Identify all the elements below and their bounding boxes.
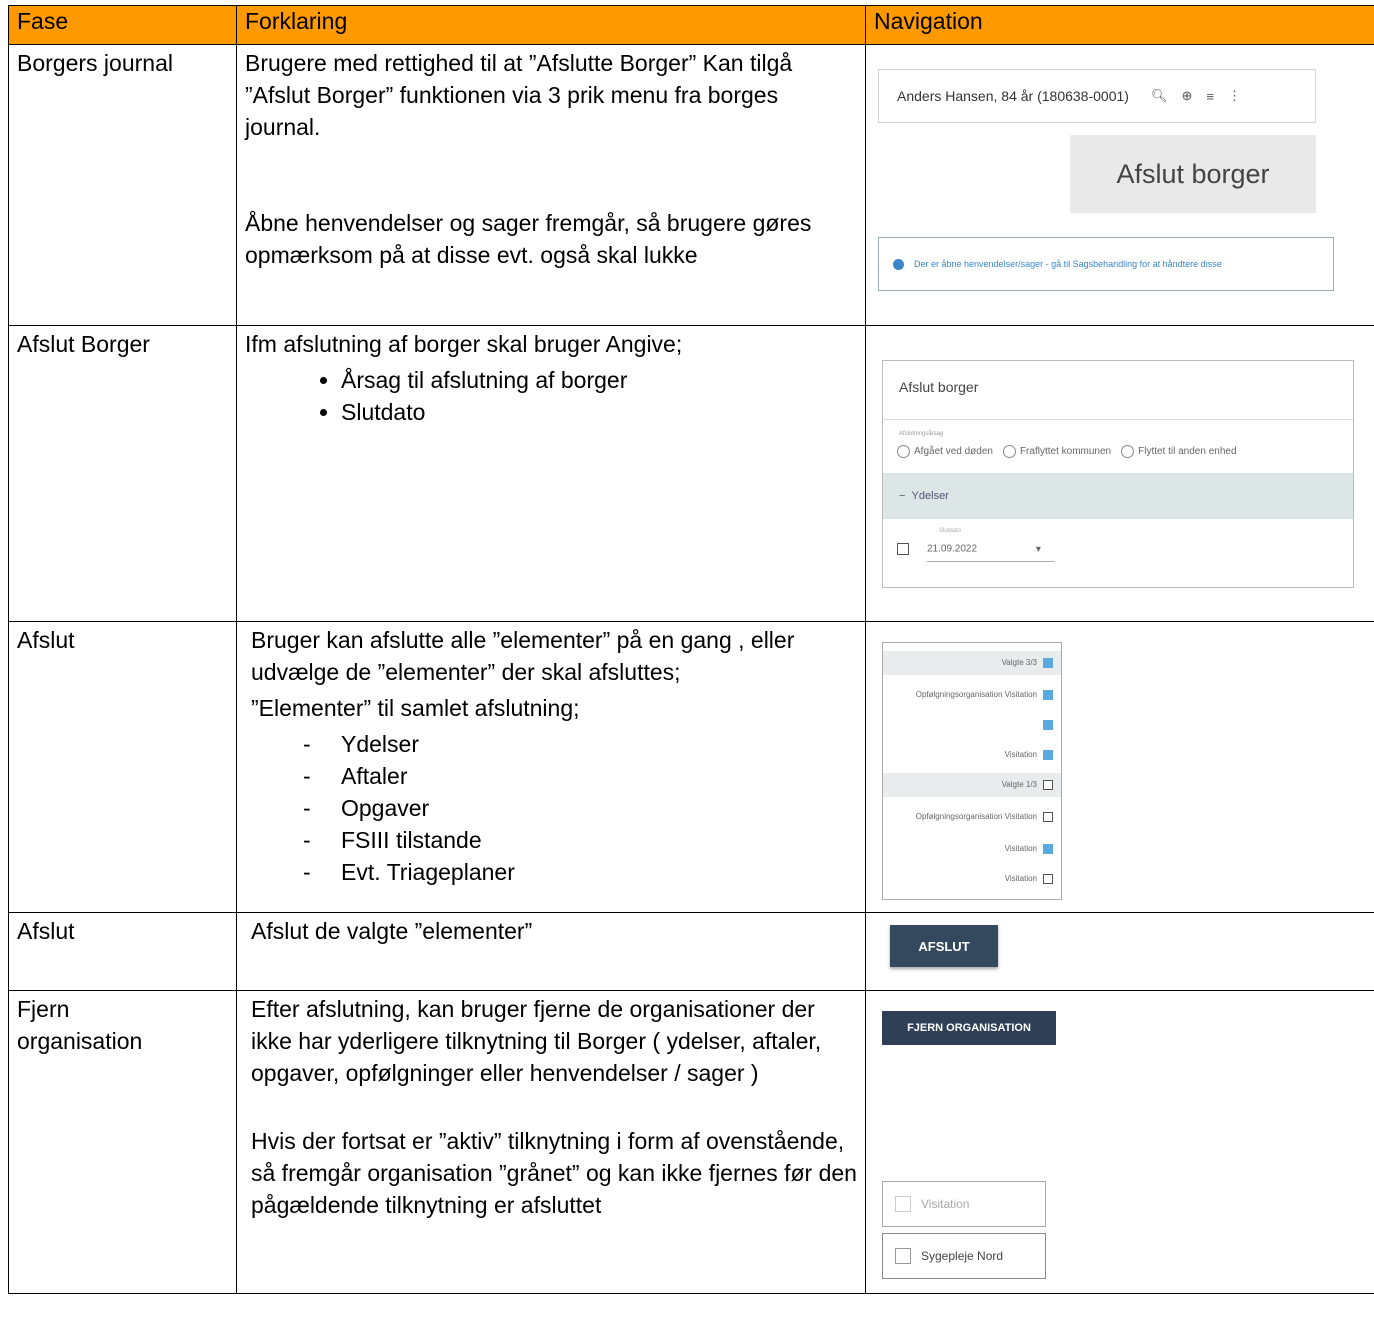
checkbox-checked-icon[interactable] [1043, 749, 1053, 760]
afslut-borger-menu-item[interactable]: Afslut borger [1070, 135, 1316, 213]
forklaring-text: Efter afslutning, kan bruger fjerne de o… [251, 996, 822, 1086]
radio-label: Afgået ved døden [914, 446, 993, 458]
process-table: Fase Forklaring Navigation Borgers journ… [8, 5, 1374, 1294]
checkbox-empty-icon [895, 1196, 911, 1212]
list-label: Visitation [1004, 750, 1037, 759]
info-icon [893, 258, 904, 270]
selection-list: Valgte 3/3 Opfølgningsorganisation Visit… [882, 642, 1062, 900]
dialog-title: Afslut borger [899, 379, 979, 395]
radio-icon [1002, 445, 1016, 458]
list-item[interactable]: Opfølgningsorganisation Visitation [883, 683, 1061, 707]
forklaring-text: Afslut de valgte ”elementer” [251, 918, 533, 944]
radio-label: Flyttet til anden enhed [1138, 446, 1237, 458]
list-item[interactable]: Visitation [883, 867, 1061, 891]
list-label: Valgte 1/3 [1001, 780, 1037, 789]
checkbox-empty-icon[interactable] [1043, 873, 1053, 884]
bullet-list: Årsag til afslutning af borger Slutdato [237, 362, 865, 430]
calendar-icon[interactable] [897, 543, 909, 555]
list-item: Aftaler [341, 760, 857, 792]
radio-option[interactable]: Flyttet til anden enhed [1121, 445, 1237, 458]
date-value: 21.09.2022 [927, 543, 978, 555]
org-option-disabled: Visitation [882, 1181, 1046, 1227]
list-item: Slutdato [341, 396, 857, 428]
info-banner: Der er åbne henvendelser/sager - gå til … [878, 237, 1334, 291]
chevron-down-icon[interactable]: ▾ [1036, 544, 1041, 555]
header-forklaring: Forklaring [236, 5, 866, 45]
collapse-icon: − [899, 490, 912, 502]
list-item[interactable] [883, 713, 1061, 737]
radio-option[interactable]: Afgået ved døden [897, 445, 993, 458]
table-row: Afslut Borger Ifm afslutning af borger s… [8, 325, 1374, 622]
forklaring-text: Ifm afslutning af borger skal bruger Ang… [245, 331, 683, 357]
radio-option[interactable]: Fraflyttet kommunen [1002, 445, 1112, 458]
checkbox-empty-icon[interactable] [1043, 811, 1053, 822]
list-icon[interactable]: ≡ [1206, 89, 1214, 104]
org-label: Sygepleje Nord [921, 1249, 1004, 1263]
list-item: Opgaver [341, 792, 857, 824]
list-label: Opfølgningsorganisation Visitation [915, 812, 1037, 821]
checkbox-checked-icon[interactable] [1043, 657, 1053, 668]
info-text: Der er åbne henvendelser/sager - gå til … [914, 259, 1222, 269]
zoom-icon[interactable]: ⊕ [1181, 88, 1192, 104]
table-row: Afslut Bruger kan afslutte alle ”element… [8, 621, 1374, 913]
checkbox-checked-icon[interactable] [1043, 689, 1053, 700]
radio-icon [1121, 445, 1135, 458]
citizen-name: Anders Hansen, 84 år (180638-0001) [897, 88, 1129, 104]
citizen-header-bar: Anders Hansen, 84 år (180638-0001) 🔍︎ ⊕ … [878, 69, 1316, 123]
reason-label: Afslutningsårsag [899, 431, 944, 437]
list-item[interactable]: Opfølgningsorganisation Visitation [883, 805, 1061, 829]
element-list: Ydelser Aftaler Opgaver FSIII tilstande … [237, 726, 865, 890]
search-icon[interactable]: 🔍︎ [1151, 88, 1168, 104]
org-label: Visitation [921, 1197, 970, 1211]
fase-cell: Borgers journal [17, 50, 173, 76]
table-row: Borgers journal Brugere med rettighed ti… [8, 44, 1374, 326]
list-item[interactable]: Valgte 3/3 [883, 651, 1061, 675]
list-item: Evt. Triageplaner [341, 856, 857, 888]
list-item: FSIII tilstande [341, 824, 857, 856]
forklaring-text: Åbne henvendelser og sager fremgår, så b… [245, 210, 812, 268]
afslut-button[interactable]: AFSLUT [890, 925, 998, 967]
list-item[interactable]: Valgte 1/3 [883, 773, 1061, 797]
list-item[interactable]: Visitation [883, 743, 1061, 767]
list-label: Opfølgningsorganisation Visitation [915, 690, 1037, 699]
forklaring-text: Brugere med rettighed til at ”Afslutte B… [245, 50, 793, 140]
table-row: Fjern organisation Efter afslutning, kan… [8, 990, 1374, 1294]
list-item[interactable]: Visitation [883, 837, 1061, 861]
forklaring-text: ”Elementer” til samlet afslutning; [251, 695, 580, 721]
header-navigation: Navigation [865, 5, 1374, 45]
checkbox-indeterminate-icon[interactable] [1043, 779, 1053, 790]
fjern-organisation-button[interactable]: FJERN ORGANISATION [882, 1011, 1056, 1045]
checkbox-empty-icon[interactable] [895, 1248, 911, 1264]
fase-cell: Afslut Borger [17, 331, 150, 357]
checkbox-checked-icon[interactable] [1043, 843, 1053, 854]
fase-cell: Fjern organisation [17, 996, 143, 1054]
checkbox-checked-icon[interactable] [1043, 719, 1053, 730]
divider [883, 419, 1353, 420]
org-option[interactable]: Sygepleje Nord [882, 1233, 1046, 1279]
forklaring-text: Bruger kan afslutte alle ”elementer” på … [251, 627, 795, 685]
list-item: Årsag til afslutning af borger [341, 364, 857, 396]
header-fase: Fase [8, 5, 237, 45]
date-underline [927, 561, 1055, 562]
afslut-borger-dialog: Afslut borger Afslutningsårsag Afgået ve… [882, 360, 1354, 588]
radio-icon [897, 445, 910, 458]
forklaring-text: Hvis der fortsat er ”aktiv” tilknytning … [251, 1128, 857, 1218]
radio-label: Fraflyttet kommunen [1019, 446, 1112, 458]
more-vert-icon[interactable]: ⋮ [1228, 88, 1241, 104]
fase-cell: Afslut [17, 627, 75, 653]
list-label: Valgte 3/3 [1001, 658, 1037, 667]
section-label: Ydelser [911, 490, 949, 502]
list-label: Visitation [1004, 844, 1037, 853]
ydelser-section[interactable]: − Ydelser [883, 473, 1353, 519]
date-label: Slutdato [939, 528, 962, 534]
reason-radio-group: Afgået ved døden Fraflyttet kommunen Fly… [897, 445, 1237, 458]
date-field[interactable]: 21.09.2022 ▾ [897, 543, 1041, 555]
list-item: Ydelser [341, 728, 857, 760]
header-row: Fase Forklaring Navigation [8, 5, 1374, 45]
fase-cell: Afslut [17, 918, 75, 944]
table-row: Afslut Afslut de valgte ”elementer” AFSL… [8, 912, 1374, 991]
list-label: Visitation [1004, 874, 1037, 883]
